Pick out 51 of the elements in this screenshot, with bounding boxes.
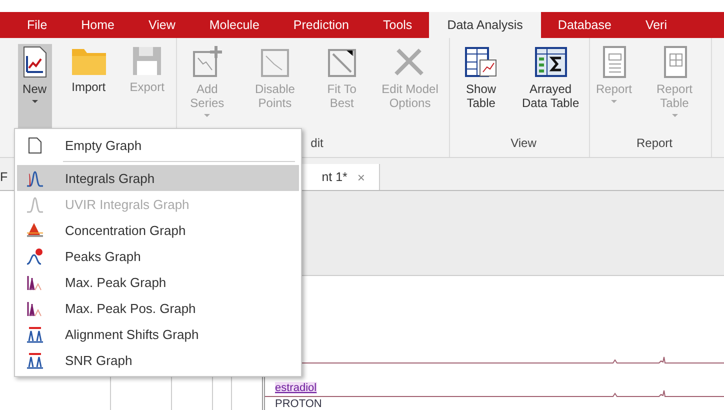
ribbon-tab[interactable]: Home (64, 12, 132, 38)
menu-item-label: Max. Peak Pos. Graph (65, 300, 196, 316)
table-chart-icon (465, 46, 498, 78)
ribbon-tab[interactable]: Molecule (192, 12, 276, 38)
menu-item-label: Max. Peak Graph (65, 274, 166, 290)
menu-item[interactable]: Peaks Graph (17, 243, 299, 269)
chart-plus-icon (191, 46, 224, 78)
group-label: dit (310, 136, 324, 150)
menu-item-label: Integrals Graph (65, 170, 155, 186)
ribbon-tab[interactable]: Prediction (276, 12, 366, 38)
notebook-icon (601, 46, 628, 78)
group-label: Report (636, 136, 673, 150)
aligned-peaks-icon (26, 326, 44, 342)
document-tab[interactable]: nt 1* × (300, 164, 380, 190)
aligned-peaks-icon (26, 352, 44, 368)
page-icon (28, 136, 42, 154)
ribbon-tab[interactable]: File (10, 12, 64, 38)
new-graph-icon (22, 46, 48, 78)
ribbon-tab[interactable]: Data Analysis (429, 12, 541, 38)
ribbon-tab[interactable]: Database (540, 12, 628, 38)
menu-item[interactable]: Max. Peak Graph (17, 269, 299, 295)
menu-item[interactable]: Integrals Graph (17, 165, 299, 191)
table-sigma-icon (534, 46, 567, 78)
menu-item-label: UVIR Integrals Graph (65, 196, 190, 212)
menu-item-label: Concentration Graph (65, 222, 186, 238)
menu-item-label: Empty Graph (65, 138, 142, 152)
menu-item-label: SNR Graph (65, 352, 132, 368)
menu-item[interactable]: Max. Peak Pos. Graph (17, 295, 299, 321)
peaks-icon (26, 274, 44, 290)
close-icon[interactable]: × (357, 170, 365, 184)
trace-label: estradiol (275, 382, 317, 394)
menu-item[interactable]: Alignment Shifts Graph (17, 321, 299, 347)
ribbon-tab[interactable]: View (132, 12, 192, 38)
menu-item-label: Peaks Graph (65, 248, 141, 264)
menu-item[interactable]: SNR Graph (17, 347, 299, 373)
notebook-grid-icon (662, 46, 688, 78)
folder-icon (70, 46, 107, 76)
peaks-icon (26, 300, 44, 316)
ribbon-button[interactable]: Arrayed Data Table (514, 44, 587, 132)
menu-item[interactable]: Concentration Graph (17, 217, 299, 243)
menu-item[interactable]: Empty Graph (17, 132, 299, 158)
peak-icon (26, 170, 44, 186)
trace-label: PROTON (275, 398, 322, 410)
ribbon-tab[interactable]: Veri (628, 12, 684, 38)
chart-points-icon (258, 46, 291, 78)
ribbon-tab[interactable]: Tools (366, 12, 430, 38)
ribbon-button[interactable]: Show Table (452, 44, 510, 132)
menu-item-label: Alignment Shifts Graph (65, 326, 199, 342)
peak-pin-icon (26, 248, 44, 264)
group-label: View (510, 136, 536, 150)
peak-icon (26, 196, 44, 212)
